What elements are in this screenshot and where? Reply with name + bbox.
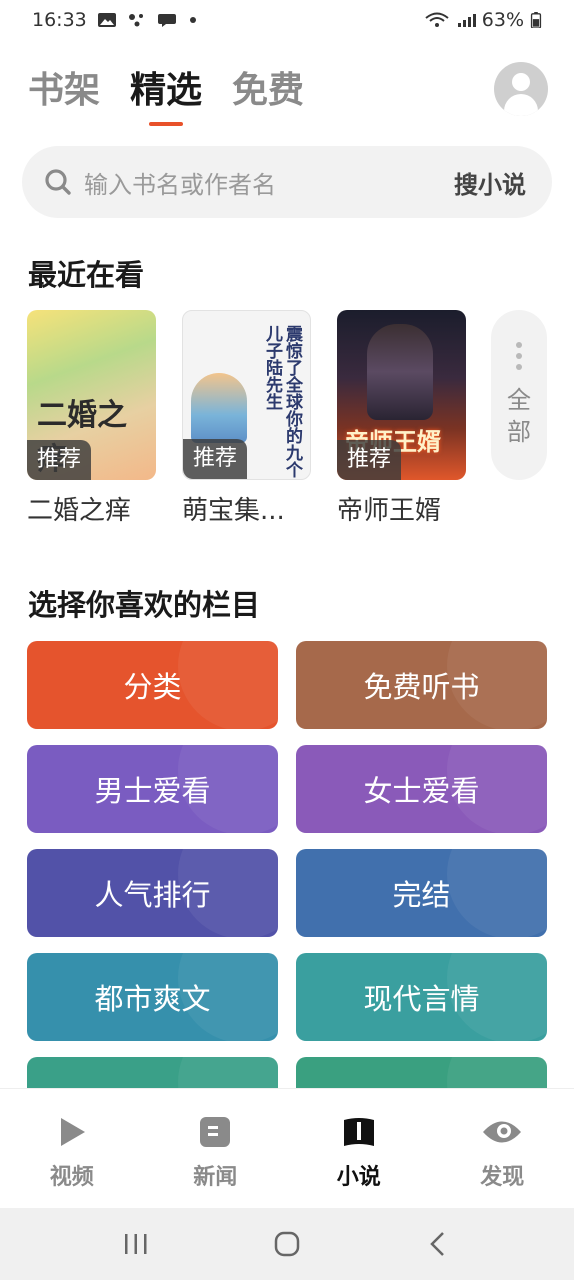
avatar[interactable] [494, 62, 548, 116]
gallery-icon [97, 13, 116, 27]
recent-title: 最近在看 [28, 258, 145, 292]
tab-featured[interactable]: 精选 [130, 62, 202, 120]
nav-video[interactable]: 视频 [0, 1089, 144, 1208]
category-grid: 分类 免费听书 男士爱看 女士爱看 人气排行 完结 都市爽文 现代言情 [27, 641, 547, 1145]
category-button[interactable]: 男士爱看 [27, 745, 278, 833]
eye-icon [483, 1121, 522, 1143]
wifi-icon [425, 12, 449, 27]
dots-app-icon [128, 14, 143, 27]
back-icon [430, 1232, 445, 1256]
battery-percent: 63% [481, 9, 524, 31]
nav-discover[interactable]: 发现 [431, 1089, 574, 1208]
category-button[interactable]: 都市爽文 [27, 953, 278, 1041]
home-button[interactable] [267, 1224, 307, 1264]
recommend-badge: 推荐 [27, 440, 92, 480]
battery-icon [530, 12, 542, 28]
book-icon [343, 1118, 374, 1146]
news-icon [200, 1117, 231, 1147]
status-bar: 16:33 63% [0, 0, 574, 40]
status-time: 16:33 [32, 9, 87, 31]
view-all-button[interactable]: 全部 [491, 310, 547, 480]
avatar-head-icon [512, 73, 530, 91]
category-button[interactable]: 分类 [27, 641, 278, 729]
dot-icon [189, 17, 196, 23]
search-input[interactable]: 输入书名或作者名 [84, 165, 454, 200]
play-icon [60, 1118, 85, 1146]
tab-free[interactable]: 免费 [232, 62, 304, 120]
categories-title: 选择你喜欢的栏目 [28, 588, 261, 622]
nav-label: 小说 [336, 1165, 381, 1190]
search-bar[interactable]: 输入书名或作者名 搜小说 [22, 146, 552, 218]
home-icon [274, 1231, 300, 1257]
category-button[interactable]: 完结 [296, 849, 547, 937]
book-name: 萌宝集... [182, 496, 285, 526]
cover-illustration [367, 324, 433, 420]
signal-icon [457, 14, 476, 27]
book-name: 帝师王婿 [337, 496, 442, 526]
back-button[interactable] [418, 1224, 458, 1264]
book-name: 二婚之痒 [27, 496, 132, 526]
category-button[interactable]: 女士爱看 [296, 745, 547, 833]
recommend-badge: 推荐 [337, 440, 402, 480]
recent-books: 二婚之痒 推荐 二婚之痒 震惊了全球你的九个儿子陆先生 推荐 萌宝集... 帝师… [27, 310, 466, 527]
nav-label: 发现 [480, 1165, 525, 1190]
nav-novel[interactable]: 小说 [287, 1089, 431, 1208]
book-item[interactable]: 震惊了全球你的九个儿子陆先生 推荐 萌宝集... [182, 310, 311, 527]
search-icon [45, 169, 71, 195]
avatar-body-icon [504, 94, 538, 116]
tab-bookshelf[interactable]: 书架 [28, 62, 100, 120]
book-cover: 震惊了全球你的九个儿子陆先生 推荐 [182, 310, 311, 480]
book-cover: 帝师王婿 推荐 [337, 310, 466, 480]
recommend-badge: 推荐 [183, 439, 248, 479]
category-button[interactable]: 免费听书 [296, 641, 547, 729]
more-dots-icon [516, 342, 522, 370]
bottom-nav: 视频 新闻 小说 发现 [0, 1088, 574, 1208]
recent-apps-icon [124, 1234, 147, 1254]
recent-apps-button[interactable] [116, 1224, 156, 1264]
nav-news[interactable]: 新闻 [144, 1089, 288, 1208]
nav-label: 新闻 [193, 1165, 238, 1190]
category-button[interactable]: 人气排行 [27, 849, 278, 937]
search-button[interactable]: 搜小说 [454, 165, 526, 200]
category-button[interactable]: 现代言情 [296, 953, 547, 1041]
view-all-label: 全部 [507, 386, 531, 446]
chat-icon [157, 14, 176, 27]
book-item[interactable]: 帝师王婿 推荐 帝师王婿 [337, 310, 466, 527]
book-cover: 二婚之痒 推荐 [27, 310, 156, 480]
cover-illustration [191, 373, 247, 443]
top-tabs: 书架 精选 免费 [28, 62, 304, 120]
system-nav-bar [0, 1208, 574, 1280]
book-item[interactable]: 二婚之痒 推荐 二婚之痒 [27, 310, 156, 527]
cover-title: 震惊了全球你的九个儿子陆先生 [262, 325, 302, 478]
nav-label: 视频 [49, 1165, 94, 1190]
